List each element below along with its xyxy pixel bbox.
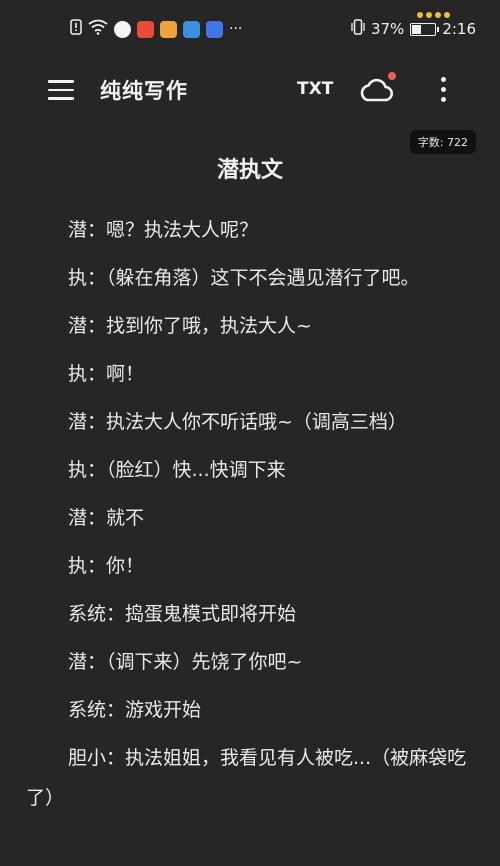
app-icon (183, 20, 200, 38)
hamburger-menu-icon[interactable] (48, 80, 74, 100)
app-title: 纯纯写作 (100, 79, 188, 103)
status-bar: ··· 37% 2:16 (0, 0, 500, 58)
paragraph[interactable]: 执：啊！ (26, 354, 478, 394)
paragraph[interactable]: 潜：嗯？执法大人呢？ (26, 210, 478, 250)
sync-badge (388, 72, 396, 80)
paragraph[interactable]: 执：（躲在角落）这下不会遇见潜行了吧。 (26, 258, 478, 298)
status-bar-system: 37% 2:16 (351, 18, 476, 40)
app-icon (206, 20, 223, 38)
app-icon (137, 20, 154, 38)
document-body[interactable]: 潜：嗯？执法大人呢？ 执：（躲在角落）这下不会遇见潜行了吧。 潜：找到你了哦，执… (26, 210, 478, 826)
clock: 2:16 (442, 20, 476, 38)
word-count-badge: 字数: 722 (409, 130, 476, 154)
document-title[interactable]: 潜执文 (0, 152, 500, 184)
more-notifications-icon: ··· (229, 21, 243, 37)
paragraph[interactable]: 胆小：执法姐姐，我看见有人被吃...（被麻袋吃了） (26, 738, 478, 818)
more-vertical-icon[interactable] (437, 77, 451, 103)
paragraph[interactable]: 潜：（调下来）先饶了你吧~ (26, 642, 478, 682)
paragraph[interactable]: 潜：执法大人你不听话哦~（调高三档） (26, 402, 478, 442)
battery-icon (410, 22, 440, 36)
paragraph[interactable]: 潜：找到你了哦，执法大人~ (26, 306, 478, 346)
app-bar: 纯纯写作 TXT (0, 58, 500, 122)
app-icon (160, 20, 177, 38)
app-icon (114, 20, 131, 38)
paragraph[interactable]: 潜：就不 (26, 498, 478, 538)
alert-icon (70, 19, 82, 39)
vibrate-icon (351, 19, 365, 39)
paragraph[interactable]: 系统：捣蛋鬼模式即将开始 (26, 594, 478, 634)
cloud-sync-icon[interactable] (358, 72, 398, 106)
paragraph[interactable]: 系统：游戏开始 (26, 690, 478, 730)
battery-percent: 37% (370, 20, 405, 38)
paragraph[interactable]: 执：你！ (26, 546, 478, 586)
status-bar-notifications: ··· (70, 18, 242, 40)
paragraph[interactable]: 执：（脸红）快...快调下来 (26, 450, 478, 490)
wifi-icon (88, 19, 108, 39)
txt-export-button[interactable]: TXT (297, 79, 333, 99)
